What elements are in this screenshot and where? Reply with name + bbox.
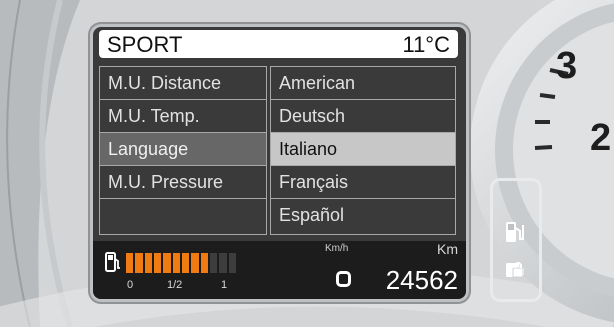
side-indicator-panel [490,178,542,302]
tachometer-label-2: 2 [590,117,612,159]
language-options: American Deutsch Italiano Français Españ… [270,66,456,235]
fuel-pump-icon [105,252,120,272]
fuel-segment [219,253,227,273]
option-espanol[interactable]: Español [271,199,455,233]
fuel-pump-icon [506,222,524,242]
option-label: Italiano [279,139,338,159]
fuel-tick-half: 1/2 [167,279,183,291]
fuel-segment [209,253,218,273]
fuel-segment [153,253,162,273]
speed-unit: Km/h [325,243,349,254]
menu-item-label: M.U. Distance [108,73,222,93]
ambient-temperature: 11°C [402,32,450,57]
fuel-segment [172,253,180,273]
fuel-gauge-bar [126,253,236,273]
menu-item-language[interactable]: Language [100,133,266,166]
option-italiano[interactable]: Italiano [271,133,455,166]
fuel-segment [163,253,171,273]
menu-item-mu-distance[interactable]: M.U. Distance [100,67,266,100]
option-label: Français [279,172,349,192]
menu-item-label: M.U. Temp. [108,106,200,126]
menu-item-empty [100,199,266,233]
menu-item-mu-pressure[interactable]: M.U. Pressure [100,166,266,199]
fuel-cap-lock-icon [506,262,524,278]
speed-value [336,271,351,287]
option-deutsch[interactable]: Deutsch [271,100,455,133]
odometer-value: 24562 [385,265,458,295]
fuel-segment [126,253,134,273]
fuel-segment [200,253,208,273]
menu-item-mu-temp[interactable]: M.U. Temp. [100,100,266,133]
header-bar: SPORT 11°C [99,30,458,58]
riding-mode: SPORT [107,32,183,57]
fuel-segment [135,253,143,273]
fuel-scale: 0 1/2 1 [121,279,241,295]
menu-item-label: M.U. Pressure [108,172,224,192]
fuel-segment [181,253,190,273]
settings-menu: M.U. Distance M.U. Temp. Language M.U. P… [99,66,267,235]
odometer-unit: Km [437,241,458,257]
option-label: Español [279,205,345,225]
option-label: Deutsch [279,106,346,126]
option-american[interactable]: American [271,67,455,100]
fuel-tick-full: 1 [221,279,228,291]
fuel-segment [191,253,199,273]
display-screen: SPORT 11°C M.U. Distance M.U. Temp. Lang… [93,27,466,299]
tachometer-label-3: 3 [556,45,578,87]
fuel-segment [144,253,152,273]
option-francais[interactable]: Français [271,166,455,199]
menu-item-label: Language [108,139,189,159]
fuel-tick-empty: 0 [127,279,134,291]
fuel-segment [228,253,236,273]
status-bar: 0 1/2 1 Km/h Km 24562 [93,241,466,299]
option-label: American [279,73,356,93]
